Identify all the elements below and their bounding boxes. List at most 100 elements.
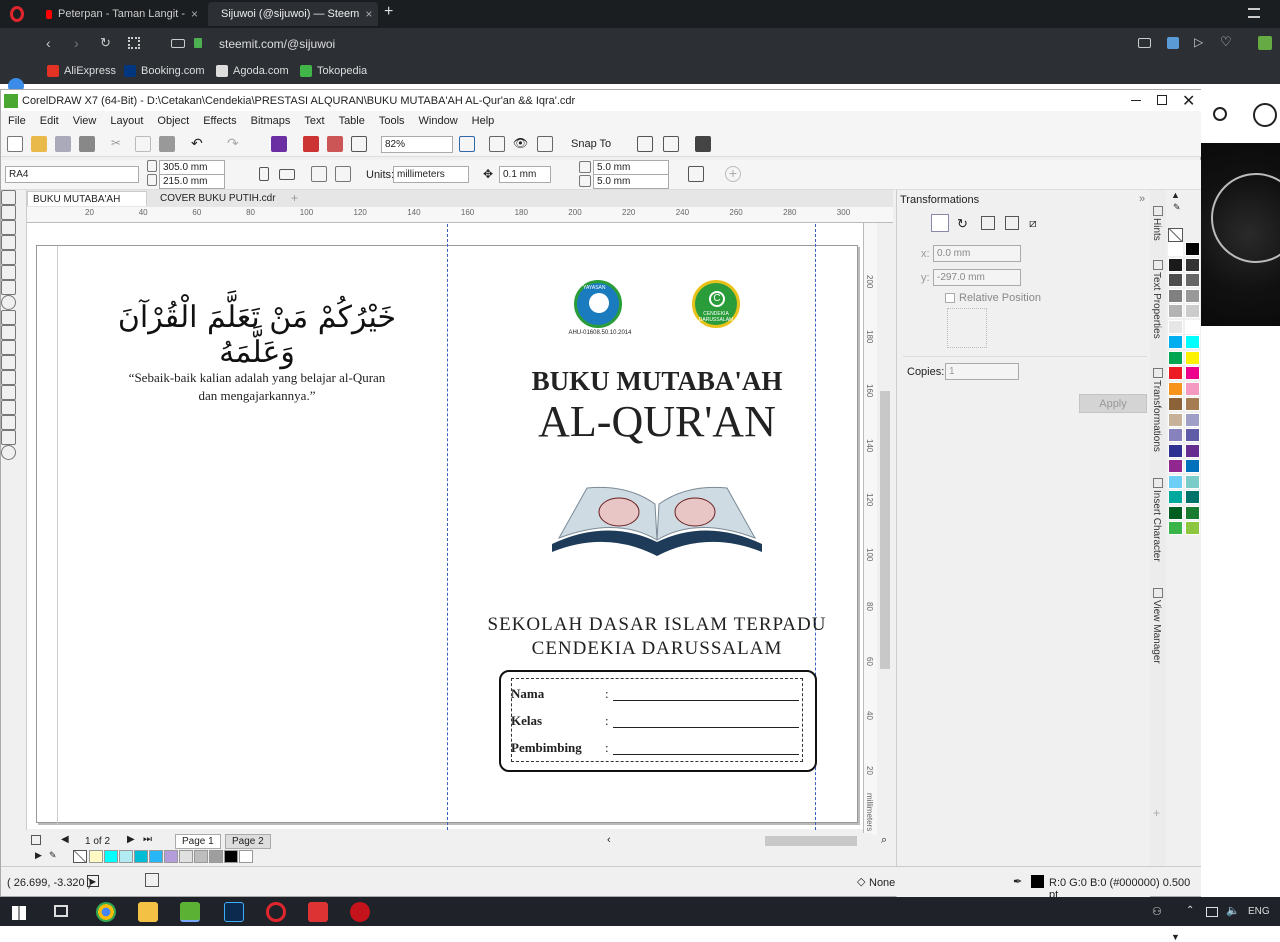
rectangle-tool-icon[interactable] — [1, 280, 16, 295]
interactive-fill-icon[interactable] — [1, 415, 16, 430]
forward-icon[interactable]: › — [74, 35, 79, 51]
palette-swatch[interactable] — [1185, 304, 1200, 318]
vertical-scroll-thumb[interactable] — [880, 391, 890, 669]
menu-window[interactable]: Window — [412, 115, 465, 127]
menu-view[interactable]: View — [66, 115, 104, 127]
print-icon[interactable] — [79, 136, 95, 152]
palette-swatch[interactable] — [1168, 319, 1183, 334]
full-screen-icon[interactable] — [489, 136, 505, 152]
form-blank-line[interactable] — [613, 700, 799, 701]
palette-swatch[interactable] — [1168, 490, 1183, 504]
identity-form-frame[interactable]: Nama: Kelas: Pembimbing: — [499, 670, 817, 772]
zoom-to-page-icon[interactable] — [459, 136, 475, 152]
school-name-line-2[interactable]: CENDEKIA DARUSSALAM — [457, 638, 857, 660]
smart-drawing-icon[interactable] — [1, 265, 16, 280]
menu-layout[interactable]: Layout — [103, 115, 150, 127]
volume-icon[interactable]: 🔈 — [1226, 904, 1240, 917]
menu-bitmaps[interactable]: Bitmaps — [244, 115, 298, 127]
quote-line-1[interactable]: “Sebaik-baik kalian adalah yang belajar … — [97, 370, 417, 386]
landscape-icon[interactable] — [279, 169, 295, 180]
palette-swatch[interactable] — [1168, 505, 1183, 520]
minimize-icon[interactable] — [1131, 100, 1141, 101]
menu-object[interactable]: Object — [150, 115, 196, 127]
new-document-icon[interactable] — [7, 136, 23, 152]
docker-tab-icon[interactable] — [1153, 478, 1163, 488]
palette-swatch[interactable] — [1168, 366, 1183, 380]
duplicate-x-field[interactable]: 5.0 mm — [593, 160, 669, 175]
coreldraw-taskbar-icon[interactable] — [180, 902, 200, 922]
palette-swatch[interactable] — [1185, 242, 1200, 256]
palette-swatch[interactable] — [1185, 366, 1200, 380]
palette-swatch[interactable] — [1168, 397, 1183, 411]
docker-tab-transformations[interactable]: Transformations — [1151, 380, 1162, 452]
zoom-tool-icon[interactable] — [1, 235, 16, 250]
form-label-nama[interactable]: Nama — [511, 686, 544, 702]
skew-tab-icon[interactable]: ⧄ — [1029, 216, 1037, 231]
palette-swatch[interactable] — [1168, 350, 1183, 365]
document-palette-swatch[interactable] — [209, 850, 223, 863]
network-icon[interactable] — [1206, 907, 1218, 917]
photoshop-taskbar-icon[interactable] — [224, 902, 244, 922]
school-name-line-1[interactable]: SEKOLAH DASAR ISLAM TERPADU — [457, 614, 857, 636]
palette-swatch[interactable] — [1168, 521, 1183, 535]
y-position-field[interactable]: -297.0 mm — [933, 269, 1021, 286]
tray-up-icon[interactable]: ⌃ — [1186, 905, 1194, 916]
document-palette-swatch[interactable] — [224, 850, 238, 863]
first-page-icon[interactable] — [31, 835, 41, 845]
adblock-icon[interactable] — [1167, 37, 1179, 49]
page-size-select[interactable]: RA4 — [5, 166, 139, 183]
palette-swatch[interactable] — [1185, 443, 1200, 458]
bookmark-aliexpress[interactable]: AliExpress — [47, 65, 116, 77]
all-pages-icon[interactable] — [311, 166, 327, 182]
palette-swatch[interactable] — [1185, 257, 1200, 272]
undo-icon[interactable]: ↶ — [191, 135, 207, 151]
menu-table[interactable]: Table — [332, 115, 372, 127]
connector-tool-icon[interactable] — [1, 355, 16, 370]
add-tool-icon[interactable] — [1, 445, 16, 460]
palette-swatch[interactable] — [1185, 412, 1200, 427]
zoom-select[interactable]: 82% — [381, 136, 453, 153]
document-palette-swatch[interactable] — [149, 850, 163, 863]
bookmark-booking[interactable]: Booking.com — [124, 65, 205, 77]
yayasan-logo[interactable]: YAYASAN — [574, 280, 622, 328]
palette-swatch[interactable] — [1168, 242, 1183, 256]
menu-tools[interactable]: Tools — [372, 115, 412, 127]
current-page-icon[interactable] — [335, 166, 351, 182]
browser-tab-steemit[interactable]: Sijuwoi (@sijuwoi) — Steem × — [208, 2, 378, 26]
search-content-icon[interactable] — [271, 136, 287, 152]
palette-swatch[interactable] — [1185, 381, 1200, 396]
color-eyedropper-icon[interactable] — [1, 400, 16, 415]
palette-swatch[interactable] — [1185, 459, 1200, 473]
form-blank-line[interactable] — [613, 727, 799, 728]
reload-icon[interactable]: ↻ — [100, 35, 111, 51]
paste-icon[interactable] — [159, 136, 175, 152]
vertical-scrollbar[interactable] — [878, 223, 892, 835]
docker-tab-text-properties[interactable]: Text Properties — [1151, 272, 1162, 339]
heart-icon[interactable]: ♡ — [1220, 34, 1232, 50]
palette-swatch[interactable] — [1168, 381, 1183, 396]
docker-tab-icon[interactable] — [1153, 260, 1163, 270]
vpn-icon[interactable] — [171, 39, 185, 48]
pdf-taskbar-icon[interactable] — [308, 902, 328, 922]
palette-swatch[interactable] — [1168, 459, 1183, 473]
cover-title-line-1[interactable]: BUKU MUTABA'AH — [457, 366, 857, 397]
palette-scroll-up-icon[interactable]: ▲ — [1171, 190, 1180, 200]
quote-line-2[interactable]: dan mengajarkannya.” — [97, 388, 417, 404]
download-icon[interactable] — [1258, 36, 1272, 50]
camera-icon[interactable] — [1138, 38, 1151, 48]
palette-swatch[interactable] — [1185, 335, 1200, 349]
document-page[interactable]: خَيْرُكُمْ مَنْ تَعَلَّمَ الْقُرْآنَ وَع… — [36, 224, 858, 830]
no-color-swatch[interactable] — [73, 850, 87, 863]
palette-eyedropper-icon[interactable]: ✎ — [1173, 202, 1181, 213]
palette-swatch[interactable] — [1168, 288, 1183, 303]
transparency-tool-icon[interactable] — [1, 385, 16, 400]
people-icon[interactable]: ⚇ — [1152, 905, 1162, 918]
browser-tab-peterpan[interactable]: Peterpan - Taman Langit - × — [38, 2, 206, 26]
palette-swatch[interactable] — [1168, 443, 1183, 458]
form-label-kelas[interactable]: Kelas — [511, 713, 542, 729]
anchor-grid[interactable] — [947, 308, 987, 348]
palette-swatch[interactable] — [1168, 304, 1183, 318]
windows-start-icon[interactable] — [12, 906, 26, 920]
palette-swatch[interactable] — [1168, 273, 1183, 287]
publish-pdf-icon[interactable] — [351, 136, 367, 152]
